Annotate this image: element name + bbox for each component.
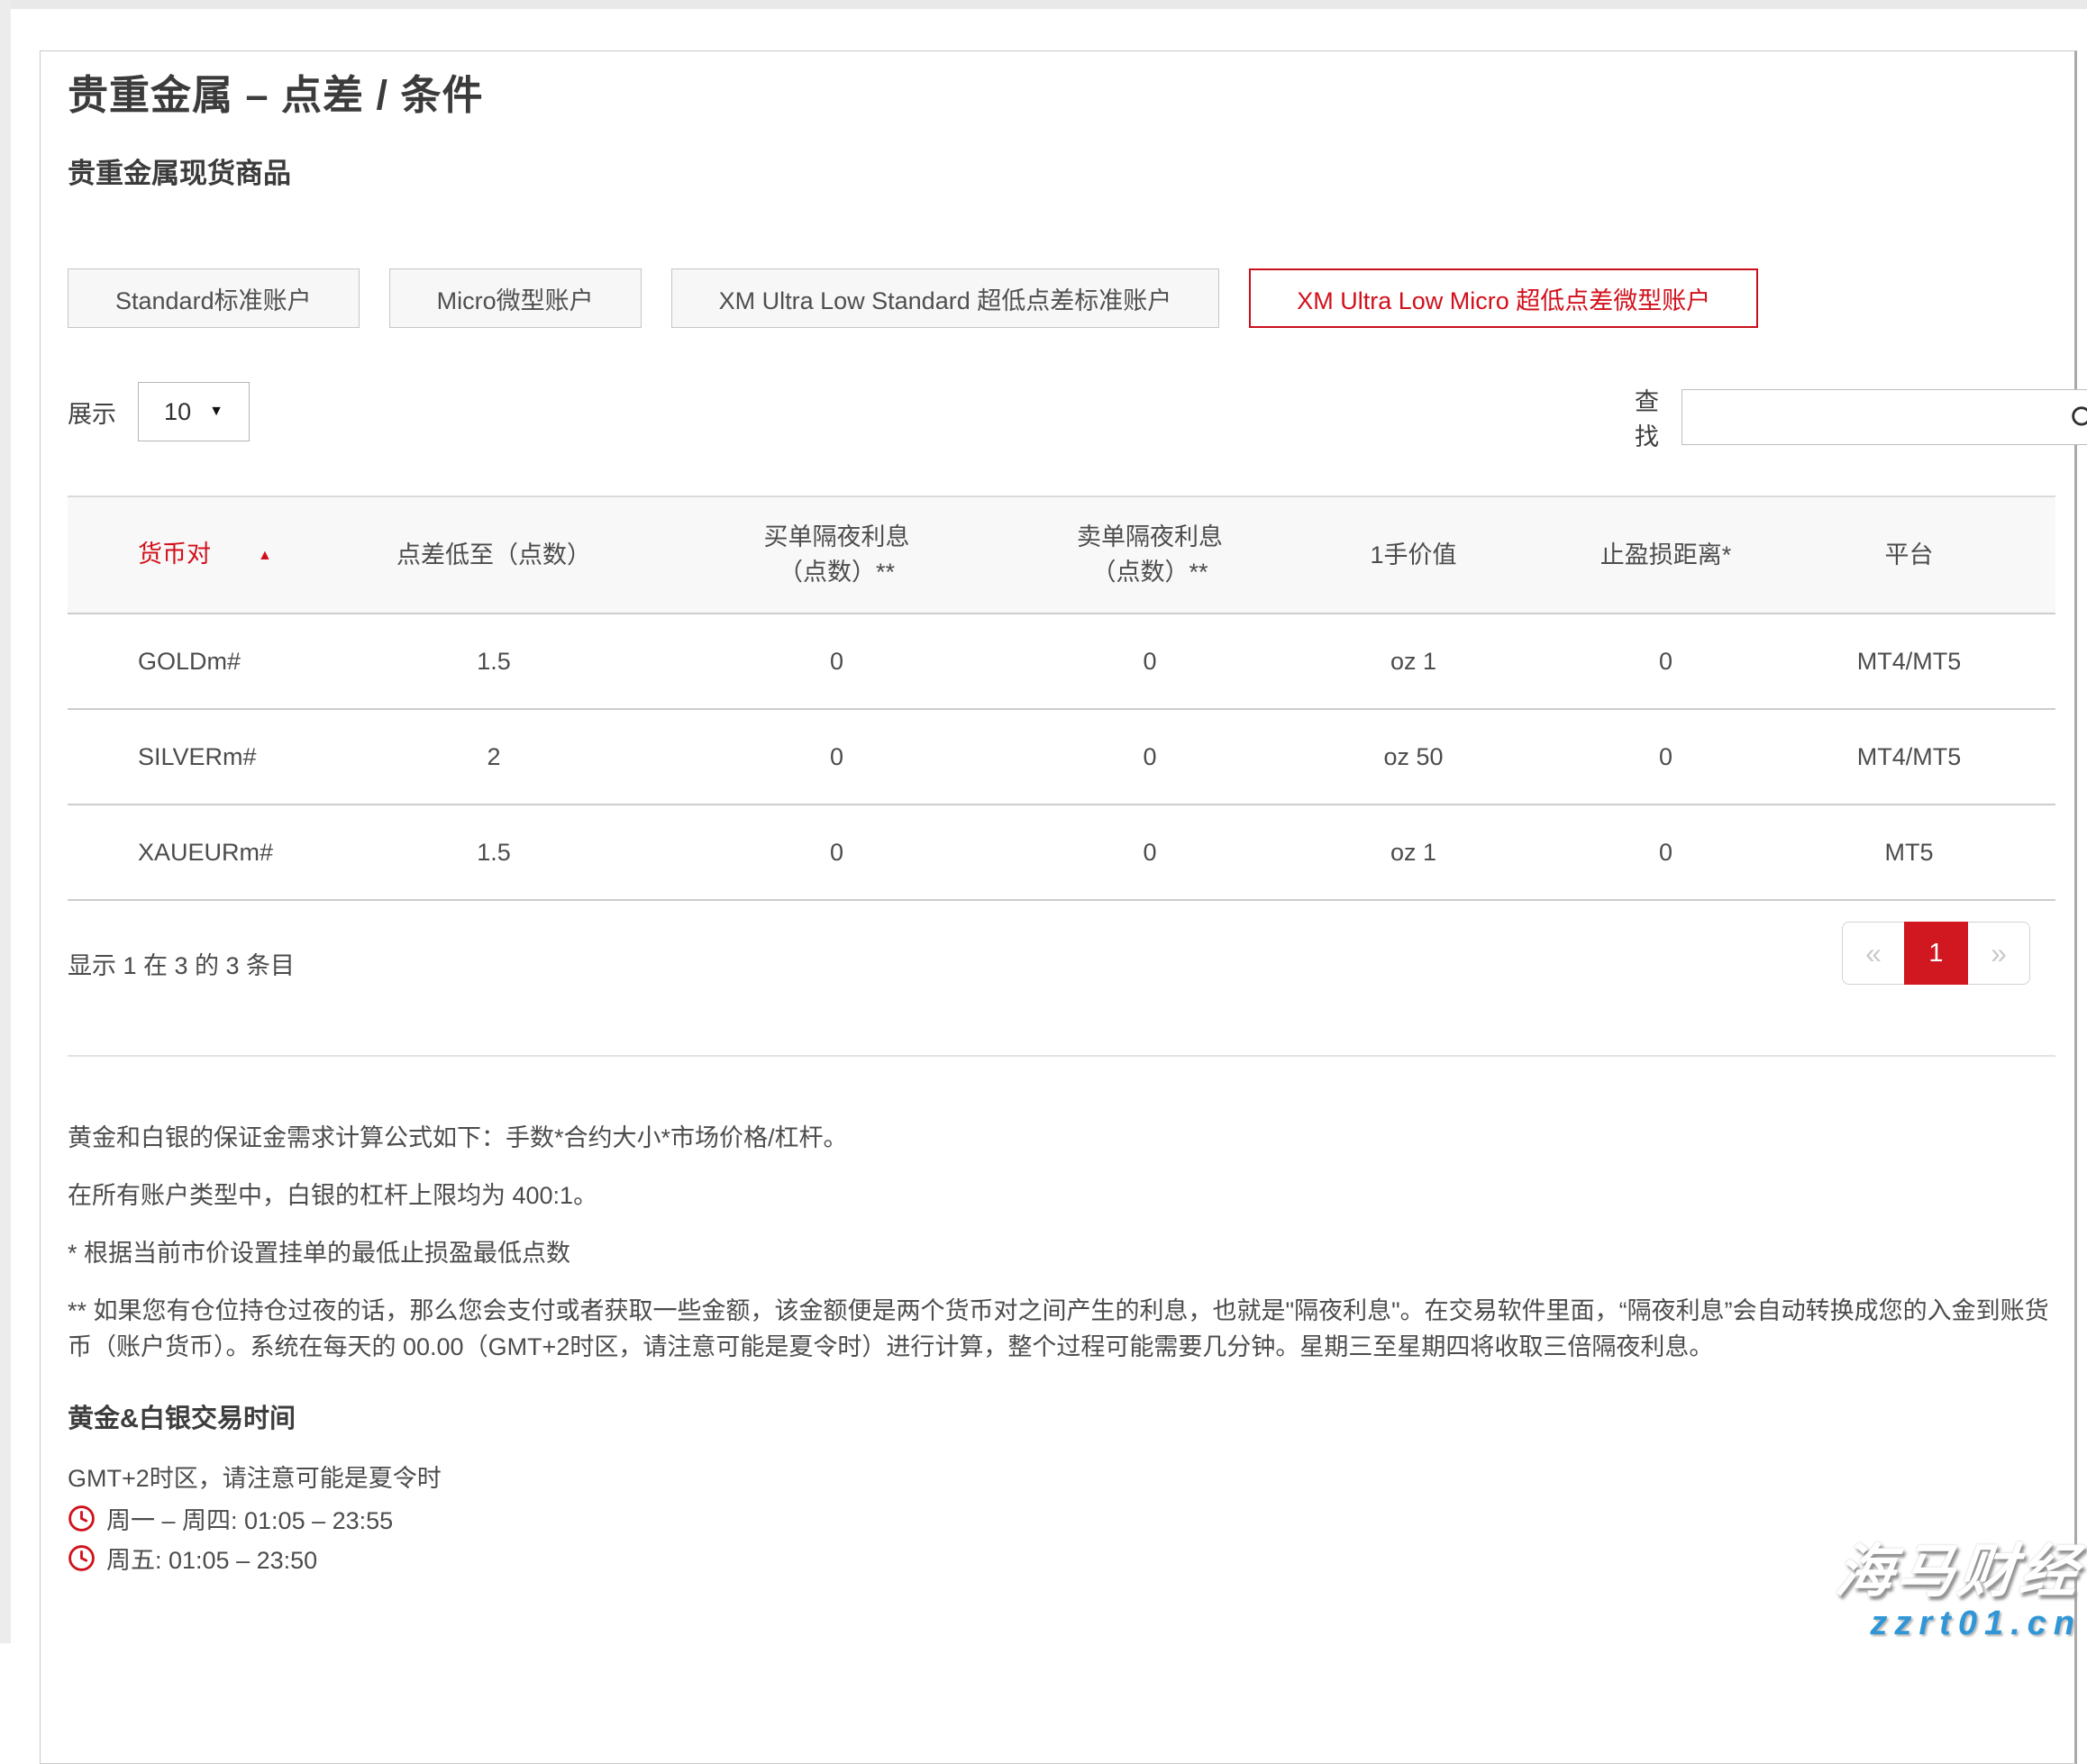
cell-lot-value: oz 1 xyxy=(1258,614,1569,709)
cell-lot-value: oz 50 xyxy=(1258,709,1569,805)
header-lot-value[interactable]: 1手价值 xyxy=(1258,496,1569,614)
note-swap-explanation: ** 如果您有仓位持仓过夜的话，那么您会支付或者获取一些金额，该金额便是两个货币… xyxy=(68,1293,2061,1365)
header-symbol-label: 货币对 xyxy=(138,541,211,568)
sort-ascending-icon: ▲ xyxy=(258,548,272,563)
pagination-prev-button[interactable]: « xyxy=(1842,922,1904,985)
header-platform[interactable]: 平台 xyxy=(1763,496,2055,614)
cell-swap-short: 0 xyxy=(1042,709,1258,805)
pagination-page-1-button[interactable]: 1 xyxy=(1904,922,1968,985)
timezone-note: GMT+2时区，请注意可能是夏令时 xyxy=(68,1460,2061,1496)
note-silver-leverage: 在所有账户类型中，白银的杠杆上限均为 400:1。 xyxy=(68,1178,2061,1214)
cell-symbol: SILVERm# xyxy=(68,709,356,805)
cell-spread: 1.5 xyxy=(356,805,632,900)
table-row-goldm: GOLDm# 1.5 0 0 oz 1 0 MT4/MT5 xyxy=(68,614,2055,709)
trading-hours-heading: 黄金&白银交易时间 xyxy=(68,1397,2061,1435)
schedule-fri: 周五: 01:05 – 23:50 xyxy=(106,1541,317,1576)
search-icon xyxy=(2068,403,2087,433)
cell-stop-distance: 0 xyxy=(1569,614,1763,709)
cell-swap-short: 0 xyxy=(1042,805,1258,900)
cell-platform: MT4/MT5 xyxy=(1763,709,2055,805)
section-divider xyxy=(68,1055,2055,1057)
clock-icon xyxy=(68,1544,96,1572)
search-box xyxy=(1681,389,2087,445)
cell-symbol: XAUEURm# xyxy=(68,805,356,900)
cell-symbol: GOLDm# xyxy=(68,614,356,709)
schedule-mon-thu: 周一 – 周四: 01:05 – 23:55 xyxy=(106,1501,393,1536)
header-swap-short[interactable]: 卖单隔夜利息 （点数）** xyxy=(1042,496,1258,614)
search-input[interactable] xyxy=(1681,389,2087,445)
schedule-row: 周五: 01:05 – 23:50 xyxy=(68,1540,2061,1576)
search-label: 查找 xyxy=(1635,382,1659,452)
tab-ultra-low-micro-account[interactable]: XM Ultra Low Micro 超低点差微型账户 xyxy=(1249,268,1758,328)
cell-swap-long: 0 xyxy=(632,614,1042,709)
note-stop-level: * 根据当前市价设置挂单的最低止损盈最低点数 xyxy=(68,1235,2061,1271)
notes-section: 黄金和白银的保证金需求计算公式如下：手数*合约大小*市场价格/杠杆。 在所有账户… xyxy=(68,1120,2061,1576)
page-size-control: 展示 10 ▼ xyxy=(68,382,250,441)
section-subtitle: 贵重金属现货商品 xyxy=(68,150,291,191)
pagination: « 1 » xyxy=(1842,922,2030,985)
cell-swap-long: 0 xyxy=(632,709,1042,805)
show-label: 展示 xyxy=(68,395,116,430)
spreads-table: 货币对 ▲ 点差低至（点数） 买单隔夜利息 （点数）** 卖单隔夜利息 （点数）*… xyxy=(68,496,2055,901)
tab-standard-account[interactable]: Standard标准账户 xyxy=(68,268,360,328)
schedule-row: 周一 – 周四: 01:05 – 23:55 xyxy=(68,1500,2061,1536)
watermark-site-url: zzrt01.cn xyxy=(1836,1605,2082,1643)
site-watermark: 海马财经 zzrt01.cn xyxy=(1836,1525,2082,1643)
pagination-next-button[interactable]: » xyxy=(1968,922,2030,985)
cell-stop-distance: 0 xyxy=(1569,805,1763,900)
tab-micro-account[interactable]: Micro微型账户 xyxy=(389,268,642,328)
table-row-xaueurm: XAUEURm# 1.5 0 0 oz 1 0 MT5 xyxy=(68,805,2055,900)
page-left-margin xyxy=(0,0,11,1643)
clock-icon xyxy=(68,1505,96,1532)
note-margin-formula: 黄金和白银的保证金需求计算公式如下：手数*合约大小*市场价格/杠杆。 xyxy=(68,1120,2061,1156)
content-card: 贵重金属 – 点差 / 条件 贵重金属现货商品 Standard标准账户 Mic… xyxy=(40,50,2077,1764)
cell-platform: MT4/MT5 xyxy=(1763,614,2055,709)
watermark-name: 海马财经 xyxy=(1832,1525,2086,1608)
table-entries-info: 显示 1 在 3 的 3 条目 xyxy=(68,946,295,981)
cell-spread: 2 xyxy=(356,709,632,805)
table-row-silverm: SILVERm# 2 0 0 oz 50 0 MT4/MT5 xyxy=(68,709,2055,805)
header-symbol[interactable]: 货币对 ▲ xyxy=(68,496,356,614)
page-size-value: 10 xyxy=(164,398,191,426)
search-control: 查找 xyxy=(1635,382,2087,452)
cell-swap-long: 0 xyxy=(632,805,1042,900)
chevron-down-icon: ▼ xyxy=(209,404,223,420)
tab-ultra-low-standard-account[interactable]: XM Ultra Low Standard 超低点差标准账户 xyxy=(671,268,1220,328)
page-size-select[interactable]: 10 ▼ xyxy=(138,382,250,441)
cell-swap-short: 0 xyxy=(1042,614,1258,709)
table-header-row: 货币对 ▲ 点差低至（点数） 买单隔夜利息 （点数）** 卖单隔夜利息 （点数）*… xyxy=(68,496,2055,614)
header-stop-distance[interactable]: 止盈损距离* xyxy=(1569,496,1763,614)
page-top-margin xyxy=(0,0,2087,9)
cell-spread: 1.5 xyxy=(356,614,632,709)
account-type-tabs: Standard标准账户 Micro微型账户 XM Ultra Low Stan… xyxy=(68,268,1758,328)
cell-platform: MT5 xyxy=(1763,805,2055,900)
page-title: 贵重金属 – 点差 / 条件 xyxy=(68,62,484,121)
header-spread[interactable]: 点差低至（点数） xyxy=(356,496,632,614)
cell-lot-value: oz 1 xyxy=(1258,805,1569,900)
header-swap-long[interactable]: 买单隔夜利息 （点数）** xyxy=(632,496,1042,614)
cell-stop-distance: 0 xyxy=(1569,709,1763,805)
